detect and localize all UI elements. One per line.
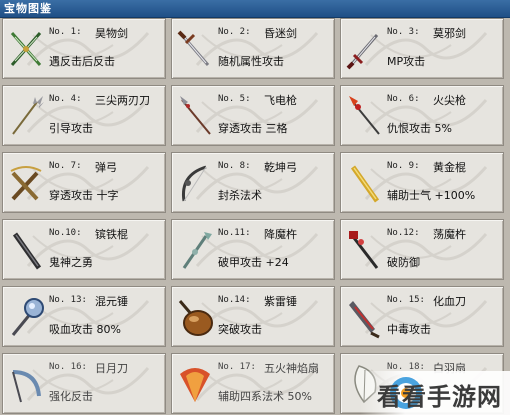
treasure-name: 混元锤 <box>95 295 128 308</box>
treasure-effect: 中毒攻击 <box>387 323 431 336</box>
treasure-number: No. 13: <box>49 295 87 305</box>
treasure-effect: 突破攻击 <box>218 323 262 336</box>
treasure-name: 化血刀 <box>433 295 466 308</box>
demon-pestle-icon <box>345 228 383 272</box>
treasure-name: 昊物剑 <box>95 27 128 40</box>
treasure-card-15[interactable]: No. 15: 化血刀 中毒攻击 <box>340 286 504 347</box>
treasure-name: 降魔杵 <box>264 228 297 241</box>
treasure-name: 昏迷剑 <box>264 27 297 40</box>
treasure-name: 三尖两刃刀 <box>95 94 150 107</box>
treasure-card-13[interactable]: No. 13: 混元锤 吸血攻击 80% <box>2 286 166 347</box>
treasure-card-7[interactable]: No. 7: 弹弓 穿透攻击 十字 <box>2 152 166 213</box>
treasure-effect: 吸血攻击 80% <box>49 323 121 336</box>
treasure-number: No. 5: <box>218 94 251 104</box>
treasure-card-14[interactable]: No.14: 紫雷锤 突破攻击 <box>171 286 335 347</box>
treasure-number: No. 3: <box>387 27 420 37</box>
treasure-card-8[interactable]: No. 8: 乾坤弓 封杀法术 <box>171 152 335 213</box>
treasure-number: No.14: <box>218 295 251 305</box>
treasure-card-3[interactable]: No. 3: 莫邪剑 MP攻击 <box>340 18 504 79</box>
treasure-name: 荡魔杵 <box>433 228 466 241</box>
treasure-effect: 封杀法术 <box>218 189 262 202</box>
treasure-card-1[interactable]: No. 1: 昊物剑 遇反击后反击 <box>2 18 166 79</box>
treasure-effect: 强化反击 <box>49 390 93 403</box>
treasure-number: No. 7: <box>49 161 82 171</box>
treasure-effect: 随机属性攻击 <box>218 55 284 68</box>
sword-icon <box>345 27 383 71</box>
bow-icon <box>176 161 214 205</box>
treasure-effect: 仇恨攻击 5% <box>387 122 452 135</box>
slingshot-icon <box>7 161 45 205</box>
treasure-number: No.10: <box>49 228 82 238</box>
treasure-effect: 引导攻击 <box>49 122 93 135</box>
treasure-number: No.11: <box>218 228 251 238</box>
spear-icon <box>176 94 214 138</box>
treasure-card-16[interactable]: No. 16: 日月刀 强化反击 <box>2 353 166 414</box>
moon-blade-icon <box>7 362 45 406</box>
treasure-number: No.12: <box>387 228 420 238</box>
treasure-effect: 辅助四系法术 50% <box>218 390 312 403</box>
treasure-effect: 遇反击后反击 <box>49 55 115 68</box>
treasure-card-11[interactable]: No.11: 降魔杵 破甲攻击 +24 <box>171 219 335 280</box>
treasure-card-5[interactable]: No. 5: 飞电枪 穿透攻击 三格 <box>171 85 335 146</box>
fire-spear-icon <box>345 94 383 138</box>
treasure-effect: 鬼神之勇 <box>49 256 93 269</box>
window-title-bar: 宝物图鉴 <box>0 0 510 18</box>
treasure-card-4[interactable]: No. 4: 三尖两刃刀 引导攻击 <box>2 85 166 146</box>
treasure-name: 飞电枪 <box>264 94 297 107</box>
iron-staff-icon <box>7 228 45 272</box>
watermark: 看看手游网 <box>360 371 510 415</box>
treasure-card-12[interactable]: No.12: 荡魔杵 破防御 <box>340 219 504 280</box>
treasure-card-6[interactable]: No. 6: 火尖枪 仇恨攻击 5% <box>340 85 504 146</box>
treasure-number: No. 2: <box>218 27 251 37</box>
treasure-name: 日月刀 <box>95 362 128 375</box>
pestle-icon <box>176 228 214 272</box>
twin-sword-icon <box>7 27 45 71</box>
treasure-number: No. 16: <box>49 362 87 372</box>
trident-icon <box>7 94 45 138</box>
treasure-card-2[interactable]: No. 2: 昏迷剑 随机属性攻击 <box>171 18 335 79</box>
treasure-number: No. 15: <box>387 295 425 305</box>
sword-icon <box>176 27 214 71</box>
treasure-effect: 辅助士气 +100% <box>387 189 476 202</box>
treasure-card-9[interactable]: No. 9: 黄金棍 辅助士气 +100% <box>340 152 504 213</box>
treasure-grid: No. 1: 昊物剑 遇反击后反击 No. 2: 昏迷剑 随机属性攻击 No. … <box>0 18 510 415</box>
treasure-name: 弹弓 <box>95 161 117 174</box>
treasure-effect: 破甲攻击 +24 <box>218 256 289 269</box>
treasure-card-10[interactable]: No.10: 镔铁棍 鬼神之勇 <box>2 219 166 280</box>
golden-staff-icon <box>345 161 383 205</box>
treasure-card-17[interactable]: No. 17: 五火神焰扇 辅助四系法术 50% <box>171 353 335 414</box>
treasure-number: No. 6: <box>387 94 420 104</box>
treasure-effect: 穿透攻击 三格 <box>218 122 288 135</box>
treasure-number: No. 9: <box>387 161 420 171</box>
treasure-effect: 破防御 <box>387 256 420 269</box>
treasure-name: 镔铁棍 <box>95 228 128 241</box>
treasure-name: 黄金棍 <box>433 161 466 174</box>
treasure-name: 乾坤弓 <box>264 161 297 174</box>
fire-fan-icon <box>176 362 214 406</box>
treasure-number: No. 4: <box>49 94 82 104</box>
treasure-number: No. 8: <box>218 161 251 171</box>
blood-blade-icon <box>345 295 383 339</box>
treasure-number: No. 17: <box>218 362 256 372</box>
watermark-text: 看看手游网 <box>377 383 502 411</box>
treasure-effect: 穿透攻击 十字 <box>49 189 119 202</box>
thunder-hammer-icon <box>176 295 214 339</box>
treasure-name: 紫雷锤 <box>264 295 297 308</box>
window-title: 宝物图鉴 <box>4 2 52 15</box>
treasure-number: No. 1: <box>49 27 82 37</box>
treasure-name: 莫邪剑 <box>433 27 466 40</box>
treasure-effect: MP攻击 <box>387 55 426 68</box>
treasure-name: 火尖枪 <box>433 94 466 107</box>
hammer-icon <box>7 295 45 339</box>
treasure-name: 五火神焰扇 <box>264 362 319 375</box>
